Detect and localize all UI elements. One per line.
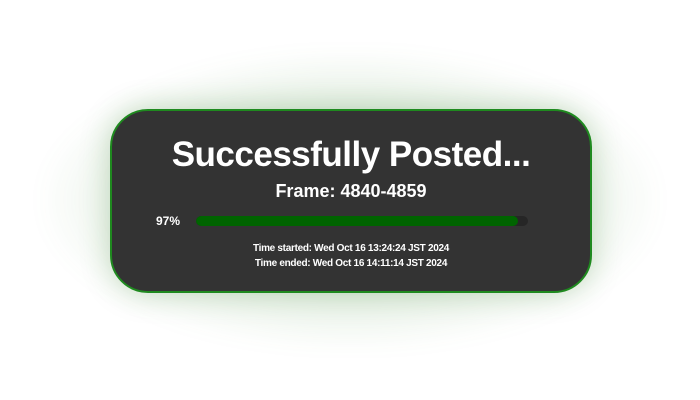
progress-percent: 97% [156,214,181,228]
time-started: Time started: Wed Oct 16 13:24:24 JST 20… [252,243,450,254]
progress-bar [196,216,528,226]
status-title: Successfully Posted... [171,135,531,174]
stage: Successfully Posted... Frame: 4840-4859 … [0,0,700,400]
time-ended: Time ended: Wed Oct 16 14:11:14 JST 2024 [254,258,448,269]
status-card: Successfully Posted... Frame: 4840-4859 … [110,109,592,293]
progress-fill [196,216,519,226]
frame-range: Frame: 4840-4859 [275,181,427,201]
